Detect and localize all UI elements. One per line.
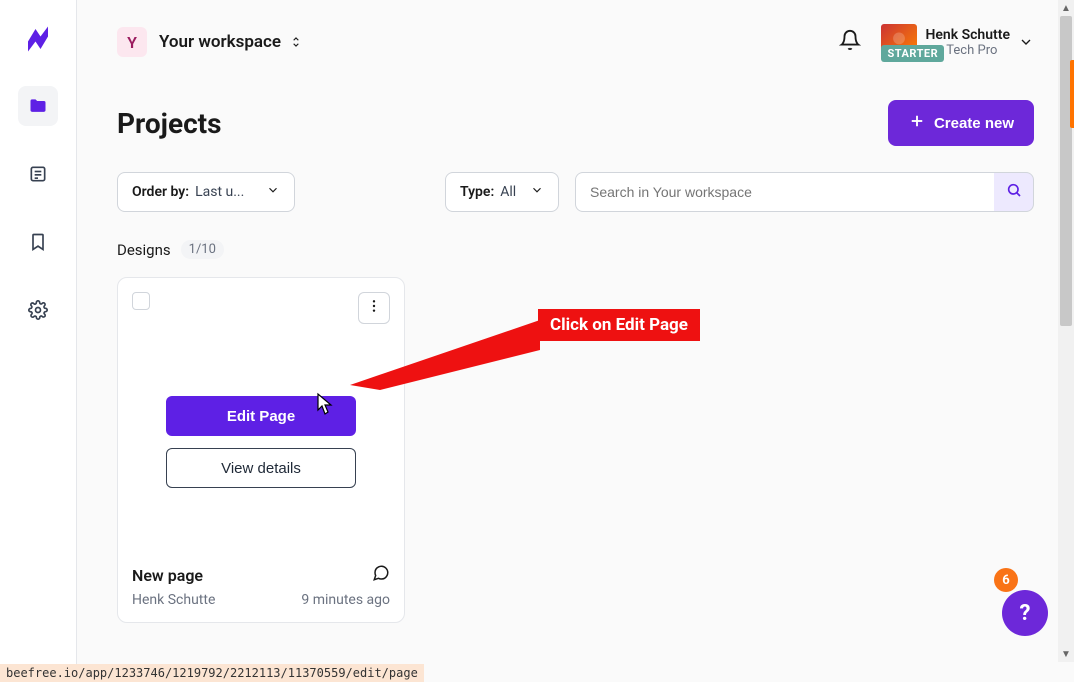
annotation-label: Click on Edit Page [538,309,700,341]
workspace-selector[interactable]: Y Your workspace [117,27,303,57]
page-title: Projects [117,107,222,140]
create-new-button[interactable]: Create new [888,100,1034,146]
user-menu[interactable]: STARTER Henk Schutte est Tech Pro [881,24,1034,60]
designs-label: Designs [117,241,171,259]
designs-count: 1/10 [181,240,224,259]
nav-projects[interactable] [18,86,58,126]
view-details-button[interactable]: View details [166,448,356,488]
chevron-down-icon [530,183,544,201]
order-by-dropdown[interactable]: Order by: Last u... [117,172,295,212]
card-time: 9 minutes ago [301,592,390,608]
plus-icon [908,112,926,134]
search-button[interactable] [994,172,1034,212]
edit-page-button[interactable]: Edit Page [166,396,356,436]
scroll-down-arrow-icon[interactable]: ▼ [1058,646,1074,662]
status-bar: beefree.io/app/1233746/1219792/2212113/1… [0,664,424,682]
notification-count-badge: 6 [994,568,1018,592]
chevron-updown-icon [289,35,303,49]
filters-row: Order by: Last u... Type: All [117,172,1034,212]
notifications-button[interactable] [839,29,861,55]
type-value: All [500,184,516,200]
create-new-label: Create new [934,115,1014,132]
comment-icon[interactable] [372,564,390,586]
dots-vertical-icon [366,298,382,318]
topbar: Y Your workspace STARTER Henk Schutte [117,24,1034,60]
chevron-down-icon [1018,34,1034,50]
chevron-down-icon [266,183,280,201]
type-dropdown[interactable]: Type: All [445,172,559,212]
scroll-up-arrow-icon[interactable]: ▲ [1058,0,1074,16]
nav-templates[interactable] [18,154,58,194]
workspace-initial: Y [117,27,147,57]
plan-badge: STARTER [881,45,944,62]
main-content: Y Your workspace STARTER Henk Schutte [77,0,1074,682]
type-label: Type: [460,184,494,200]
workspace-name: Your workspace [159,32,281,52]
app-logo [23,24,53,58]
card-title: New page [132,566,203,585]
nav-bookmark[interactable] [18,222,58,262]
design-card[interactable]: Edit Page View details New page Henk Sch… [117,277,405,623]
user-name: Henk Schutte [925,27,1010,43]
card-checkbox[interactable] [132,292,150,310]
order-label: Order by: [132,184,189,200]
order-value: Last u... [195,184,244,200]
sidebar [0,0,77,682]
search-input[interactable] [575,172,994,212]
card-author: Henk Schutte [132,592,215,608]
card-more-button[interactable] [358,292,390,324]
search-icon [1006,182,1022,202]
help-button[interactable]: ? [1002,590,1048,636]
accent-indicator [1070,60,1074,128]
nav-settings[interactable] [18,290,58,330]
